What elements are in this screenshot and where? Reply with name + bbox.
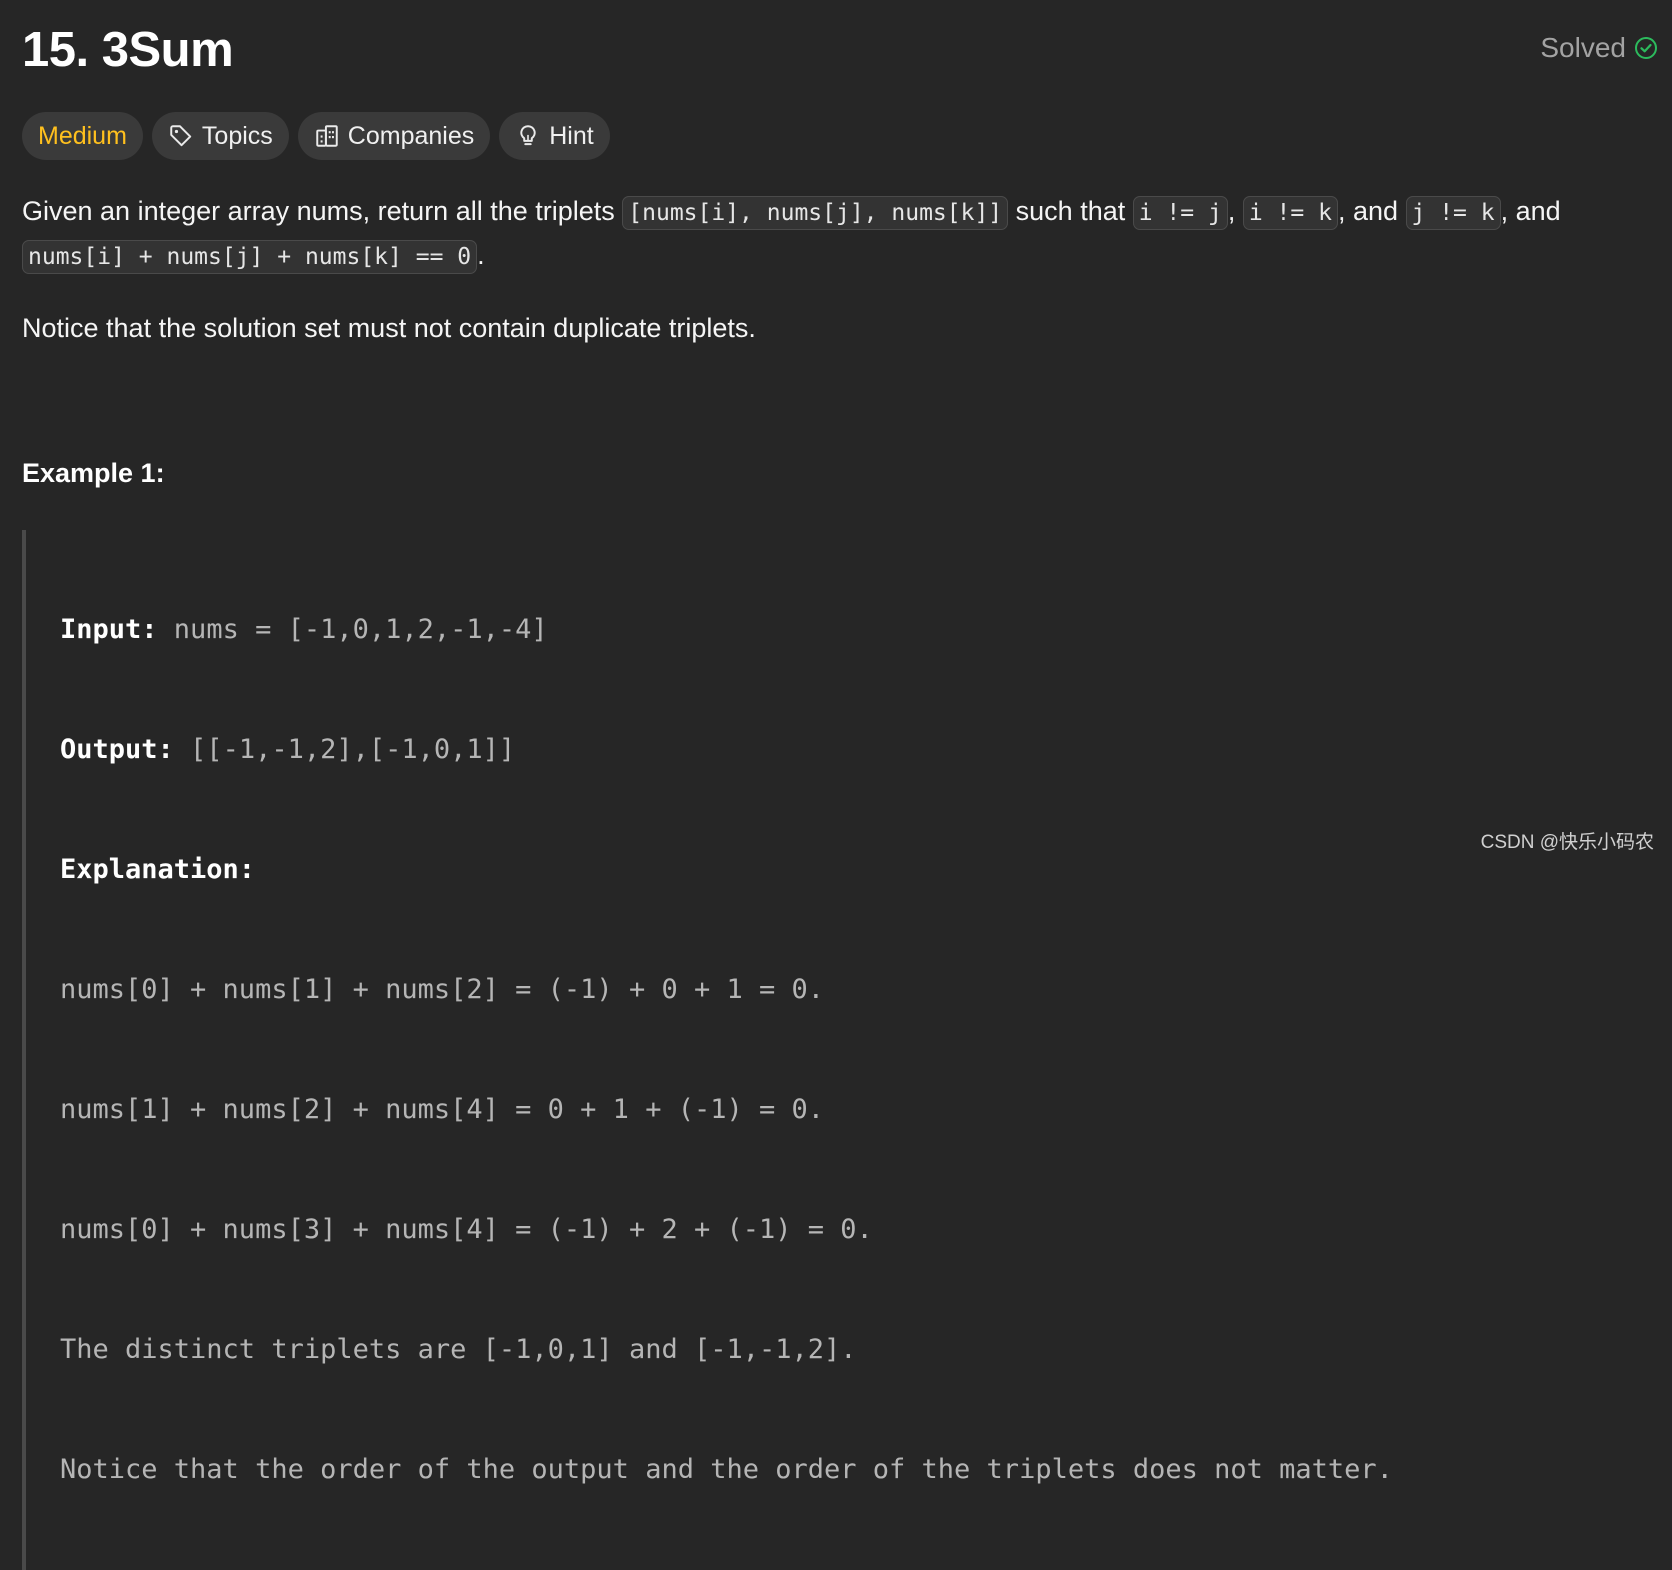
example-output-line: Output: [[-1,-1,2],[-1,0,1]] [60,730,1642,770]
explanation-line: nums[0] + nums[3] + nums[4] = (-1) + 2 +… [60,1214,873,1245]
notice-paragraph: Notice that the solution set must not co… [22,313,756,343]
explanation-line: nums[0] + nums[1] + nums[2] = (-1) + 0 +… [60,974,825,1005]
problem-title: 15. 3Sum [22,23,234,77]
title-row: 15. 3Sum Solved [22,20,1658,80]
companies-label: Companies [347,121,475,150]
example-input-line: Input: nums = [-1,0,1,2,-1,-4] [60,610,1642,650]
difficulty-badge[interactable]: Medium [22,112,143,160]
input-value: nums = [-1,0,1,2,-1,-4] [157,614,548,645]
check-circle-icon [1634,36,1658,60]
explanation-line: nums[1] + nums[2] + nums[4] = 0 + 1 + (-… [60,1094,825,1125]
difficulty-label: Medium [38,121,127,150]
hint-label: Hint [549,121,594,150]
tag-icon [168,123,194,149]
statement-text: , and [1337,196,1406,226]
example-block: Input: nums = [-1,0,1,2,-1,-4] Output: [… [22,530,1642,1570]
tag-row: Medium Topics Companies Hint [22,112,610,160]
output-label: Output: [60,734,174,765]
example-explanation-line: Explanation: [60,850,1642,890]
input-label: Input: [60,614,158,645]
statement-text: . [477,240,485,270]
inline-code-j-ne-k: j != k [1405,196,1501,230]
companies-button[interactable]: Companies [297,112,491,160]
inline-code-i-ne-j: i != j [1132,196,1228,230]
statement-text: Given an integer array nums, return all … [22,196,623,226]
statement-text: , and [1500,196,1561,226]
explanation-label: Explanation: [60,854,256,885]
hint-button[interactable]: Hint [499,112,610,160]
inline-code-i-ne-k: i != k [1242,196,1338,230]
problem-statement: Given an integer array nums, return all … [22,190,1662,278]
explanation-line: The distinct triplets are [-1,0,1] and [… [60,1334,857,1365]
solved-status: Solved [1540,28,1658,68]
solved-label: Solved [1540,32,1626,63]
building-icon [314,123,340,149]
lightbulb-icon [515,123,541,149]
inline-code-sum-zero: nums[i] + nums[j] + nums[k] == 0 [22,240,478,274]
topics-label: Topics [201,121,273,150]
output-value: [[-1,-1,2],[-1,0,1]] [173,734,516,765]
explanation-line: Notice that the order of the output and … [60,1454,1393,1485]
statement-text: , [1227,196,1243,226]
watermark: CSDN @快乐小码农 [1480,832,1654,853]
statement-text: such that [1008,196,1133,226]
topics-button[interactable]: Topics [151,112,289,160]
example-heading: Example 1: [22,458,165,488]
inline-code-triplet: [nums[i], nums[j], nums[k]] [622,196,1009,230]
